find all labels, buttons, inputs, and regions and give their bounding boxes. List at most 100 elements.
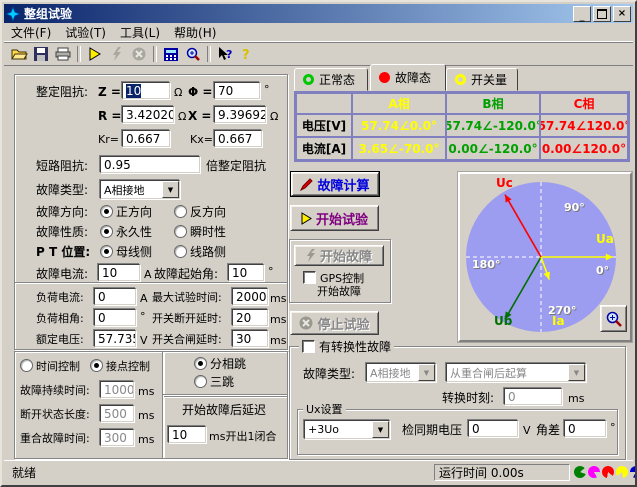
radio-contact-control[interactable]: 接点控制 bbox=[90, 359, 150, 375]
print-icon[interactable] bbox=[52, 44, 74, 64]
switch-close-delay-label: 开关合闸延时: bbox=[152, 332, 222, 348]
r-unit: Ω bbox=[178, 109, 186, 125]
menu-tools[interactable]: 工具(L) bbox=[113, 23, 167, 42]
menu-help[interactable]: 帮助(H) bbox=[167, 23, 223, 42]
delay-after-fault-suffix: ms开出1闭合 bbox=[209, 429, 276, 445]
col-header-phase-a: A相 bbox=[352, 93, 446, 114]
rated-voltage-unit: V bbox=[140, 333, 148, 349]
kx-input[interactable]: 0.667 bbox=[214, 130, 262, 147]
tab-normal-state[interactable]: 正常态 bbox=[294, 68, 368, 91]
phi-unit: ° bbox=[264, 82, 270, 98]
context-help-icon[interactable]: ? bbox=[214, 44, 236, 64]
switch-close-delay-input[interactable]: 30 bbox=[232, 330, 268, 347]
load-angle-input[interactable]: 0 bbox=[94, 309, 136, 326]
sync-voltage-input[interactable]: 0 bbox=[468, 420, 518, 437]
fault-duration-unit: ms bbox=[138, 384, 154, 400]
switch-open-delay-input[interactable]: 20 bbox=[232, 309, 268, 326]
max-test-time-unit: ms bbox=[270, 291, 286, 307]
start-test-button[interactable]: 开始试验 bbox=[290, 205, 379, 231]
switch-open-delay-unit: ms bbox=[270, 312, 286, 328]
switch-close-delay-unit: ms bbox=[270, 333, 286, 349]
kr-input[interactable]: 0.667 bbox=[122, 130, 170, 147]
chevron-down-icon[interactable]: ▼ bbox=[162, 181, 179, 198]
fault-current-input[interactable]: 10 bbox=[98, 264, 140, 281]
status-runtime: 运行时间 0.00s bbox=[434, 464, 570, 481]
save-icon[interactable] bbox=[30, 44, 52, 64]
vector-ub-label: Ub bbox=[494, 314, 512, 328]
ux-title: Ux设置 bbox=[303, 402, 346, 418]
menu-test[interactable]: 试验(T) bbox=[58, 23, 113, 42]
ux-dropdown[interactable]: +3Uo ▼ bbox=[304, 420, 390, 439]
radio-direction-forward[interactable]: 正方向 bbox=[100, 204, 152, 220]
short-circuit-suffix: 倍整定阻抗 bbox=[206, 158, 266, 174]
status-ready: 就绪 bbox=[12, 465, 36, 481]
tab-switch-state[interactable]: 开关量 bbox=[446, 68, 518, 91]
reclose-fault-time-input: 300 bbox=[100, 429, 134, 446]
conversion-time-input: 0 bbox=[504, 388, 562, 405]
sync-voltage-label: 检同期电压 bbox=[402, 422, 462, 438]
row-header-voltage: 电压[V] bbox=[296, 114, 352, 137]
tab-fault-state[interactable]: 故障态 bbox=[370, 64, 446, 91]
zoom-icon[interactable] bbox=[182, 44, 204, 64]
radio-trip-phase[interactable]: 分相跳 bbox=[194, 356, 246, 372]
load-current-input[interactable]: 0 bbox=[94, 288, 136, 305]
phi-input[interactable]: 70 bbox=[214, 82, 260, 99]
x-label: X = bbox=[188, 108, 211, 124]
fault-calc-button[interactable]: 故障计算 bbox=[291, 172, 379, 196]
stop-circle-icon bbox=[299, 316, 313, 330]
setting-impedance-label: 整定阻抗: bbox=[36, 84, 88, 100]
app-icon bbox=[6, 7, 20, 21]
col-header-phase-c: C相 bbox=[540, 93, 628, 114]
rated-voltage-label: 额定电压: bbox=[36, 332, 84, 348]
table-row-voltage: 电压[V] 57.74∠0.0° 57.74∠-120.0° 57.74∠120… bbox=[296, 114, 628, 137]
app-window: 整组试验 _ × 文件(F) 试验(T) 工具(L) 帮助(H) bbox=[0, 0, 637, 487]
max-test-time-input[interactable]: 20000 bbox=[232, 288, 268, 305]
start-test-icon[interactable] bbox=[84, 44, 106, 64]
radio-trip-three[interactable]: 三跳 bbox=[194, 374, 234, 390]
start-fault-icon bbox=[106, 44, 128, 64]
col-header-phase-b: B相 bbox=[446, 93, 540, 114]
load-angle-unit: ° bbox=[140, 309, 146, 325]
minimize-button[interactable]: _ bbox=[573, 6, 591, 22]
radio-nature-transient[interactable]: 瞬时性 bbox=[174, 224, 226, 240]
maximize-button[interactable] bbox=[593, 6, 611, 22]
rated-voltage-input[interactable]: 57.7350 bbox=[94, 330, 136, 347]
x-input[interactable]: 9.39692 bbox=[214, 106, 266, 123]
switch-open-delay-label: 开关断开延时: bbox=[152, 311, 222, 327]
lightning-icon bbox=[306, 249, 316, 262]
status-led bbox=[588, 466, 600, 478]
short-circuit-input[interactable]: 0.95 bbox=[100, 156, 200, 173]
start-angle-label: 故障起始角: bbox=[154, 266, 218, 282]
voltage-phase-b: 57.74∠-120.0° bbox=[446, 114, 540, 137]
open-file-icon[interactable] bbox=[8, 44, 30, 64]
z-input[interactable]: 10 bbox=[122, 82, 170, 99]
radio-nature-permanent[interactable]: 永久性 bbox=[100, 224, 152, 240]
red-dot-icon bbox=[379, 72, 390, 83]
radio-pt-line[interactable]: 线路侧 bbox=[174, 244, 226, 260]
delay-after-fault-input[interactable]: 10 bbox=[168, 426, 206, 443]
open-state-length-unit: ms bbox=[138, 408, 154, 424]
fault-type-label: 故障类型: bbox=[36, 182, 88, 198]
load-current-unit: A bbox=[140, 291, 148, 307]
conversion-fault-type-dropdown: A相接地 ▼ bbox=[366, 363, 436, 382]
start-angle-input[interactable]: 10 bbox=[228, 264, 264, 281]
radio-pt-bus[interactable]: 母线侧 bbox=[100, 244, 152, 260]
radio-time-control[interactable]: 时间控制 bbox=[20, 359, 80, 375]
stop-test-button: 停止试验 bbox=[290, 311, 379, 335]
table-corner-cell bbox=[296, 93, 352, 114]
vector-uc-label: Uc bbox=[496, 176, 513, 190]
fault-type-dropdown[interactable]: A相接地 ▼ bbox=[100, 180, 180, 199]
close-button[interactable]: × bbox=[613, 6, 631, 22]
chevron-down-icon[interactable]: ▼ bbox=[372, 421, 389, 438]
radio-direction-reverse[interactable]: 反方向 bbox=[174, 204, 226, 220]
kr-label: Kr= bbox=[98, 132, 119, 148]
calculator-icon[interactable] bbox=[160, 44, 182, 64]
angle-diff-input[interactable]: 0 bbox=[564, 420, 606, 437]
r-input[interactable]: 3.42020 bbox=[122, 106, 174, 123]
help-icon[interactable]: ? bbox=[236, 44, 258, 64]
menu-file[interactable]: 文件(F) bbox=[4, 23, 58, 42]
phasor-zoom-button[interactable] bbox=[600, 305, 627, 332]
menubar: 文件(F) 试验(T) 工具(L) 帮助(H) bbox=[4, 23, 633, 42]
short-circuit-label: 短路阻抗: bbox=[36, 158, 88, 174]
conversion-checkbox[interactable]: 有转换性故障 bbox=[299, 339, 394, 355]
